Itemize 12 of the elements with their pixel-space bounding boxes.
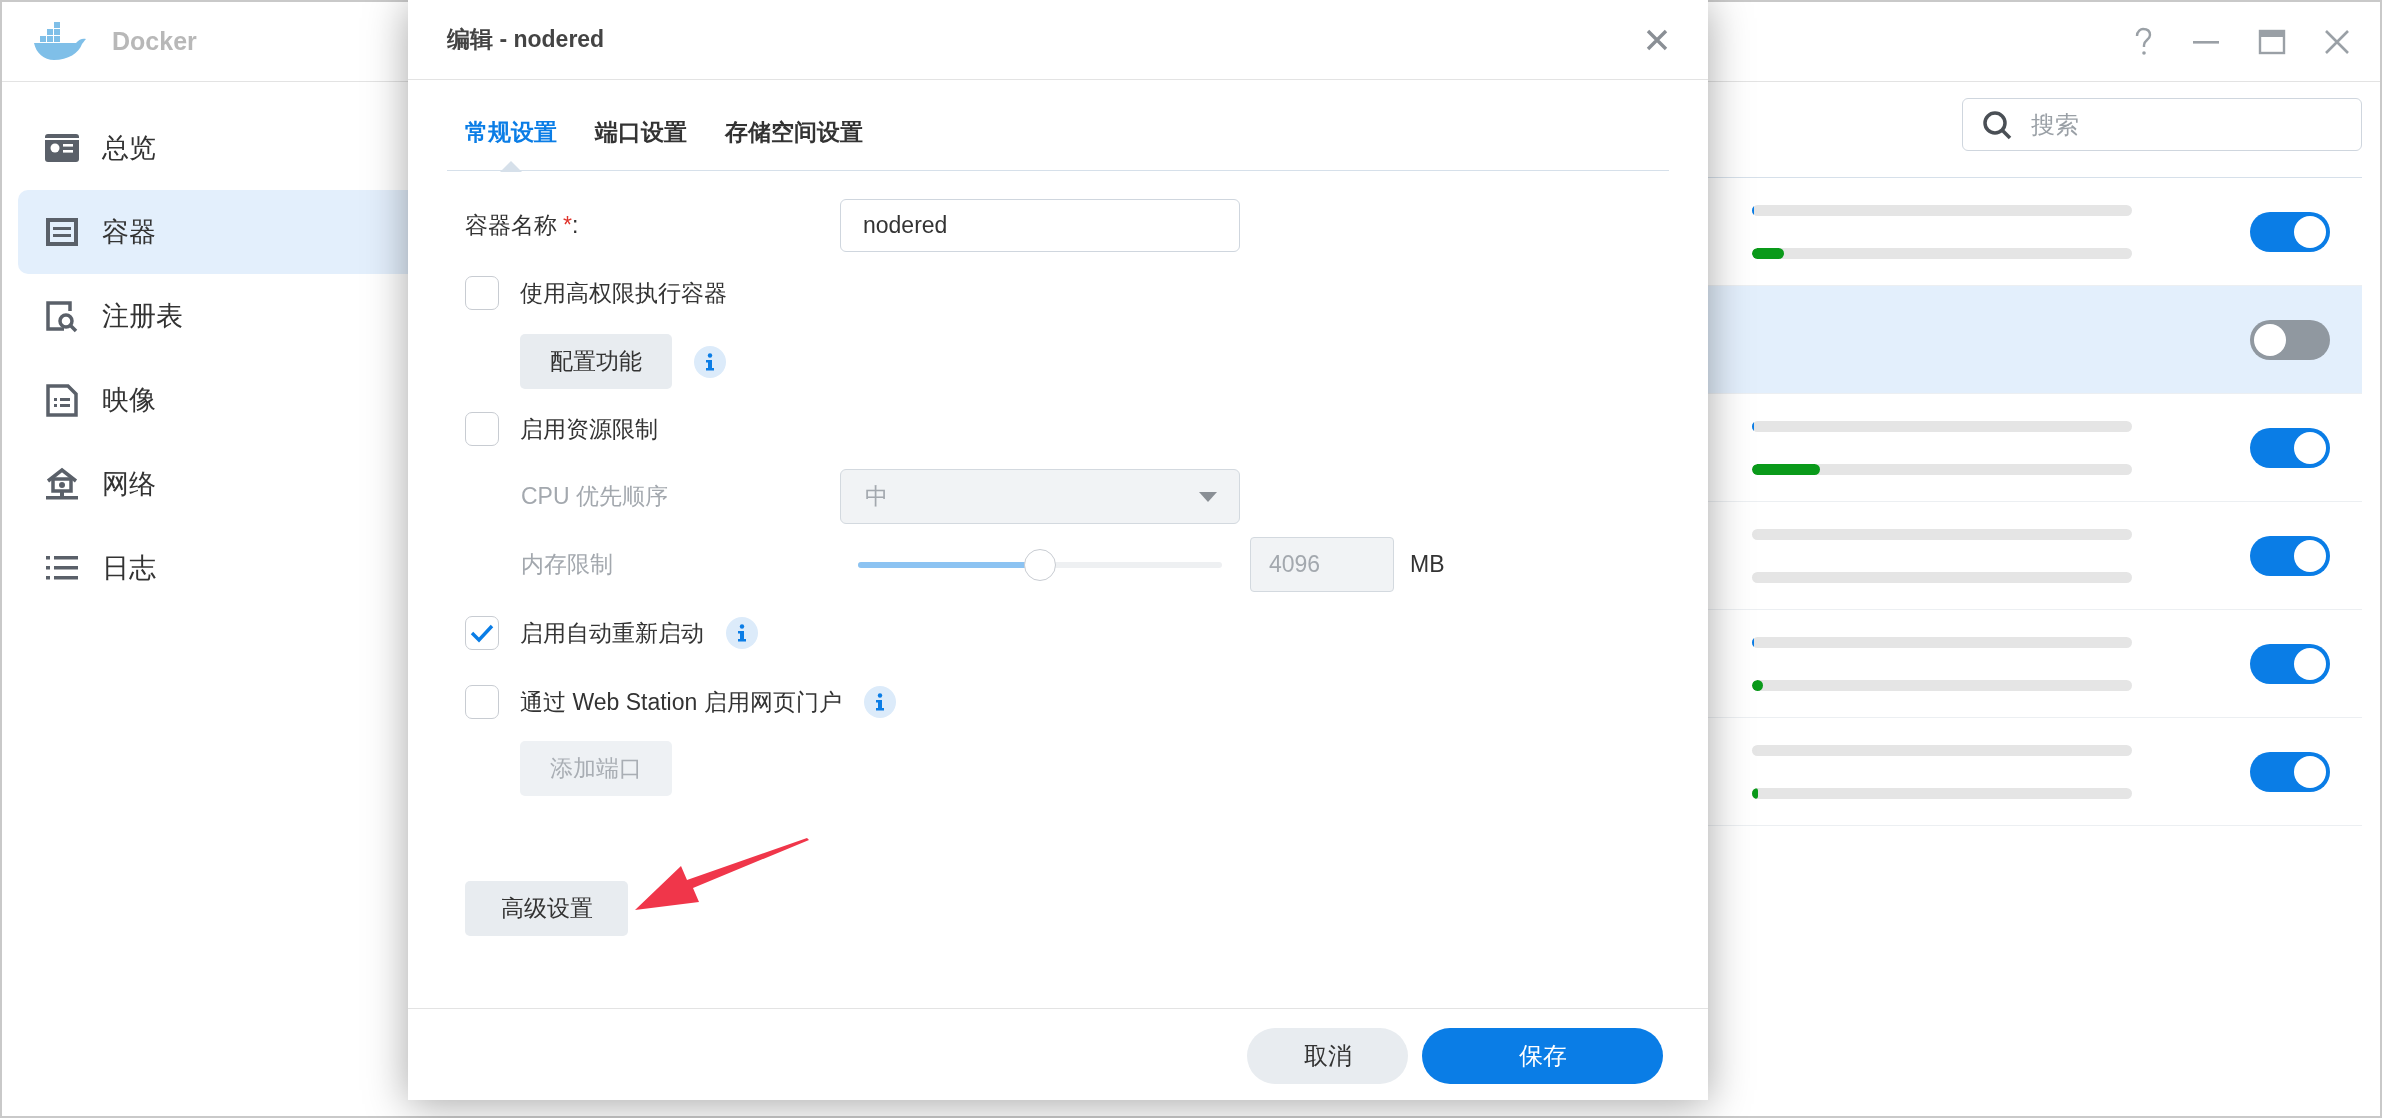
checkbox-label: 启用资源限制 [520,414,658,444]
checkbox-label: 使用高权限执行容器 [520,278,727,308]
label-colon: : [571,212,579,238]
unit-label: MB [1410,551,1445,578]
field-label: CPU 优先顺序 [520,482,669,511]
app-title: Docker [112,27,197,56]
required-mark: * [563,212,572,238]
field-label: 容器名称 [465,212,557,238]
dialog-title: 编辑 - nodered [447,25,605,54]
checkbox-label: 启用自动重新启动 [520,618,704,648]
field-label: 内存限制 [520,550,614,579]
checkbox-label: 通过 Web Station 启用网页门户 [520,687,842,717]
